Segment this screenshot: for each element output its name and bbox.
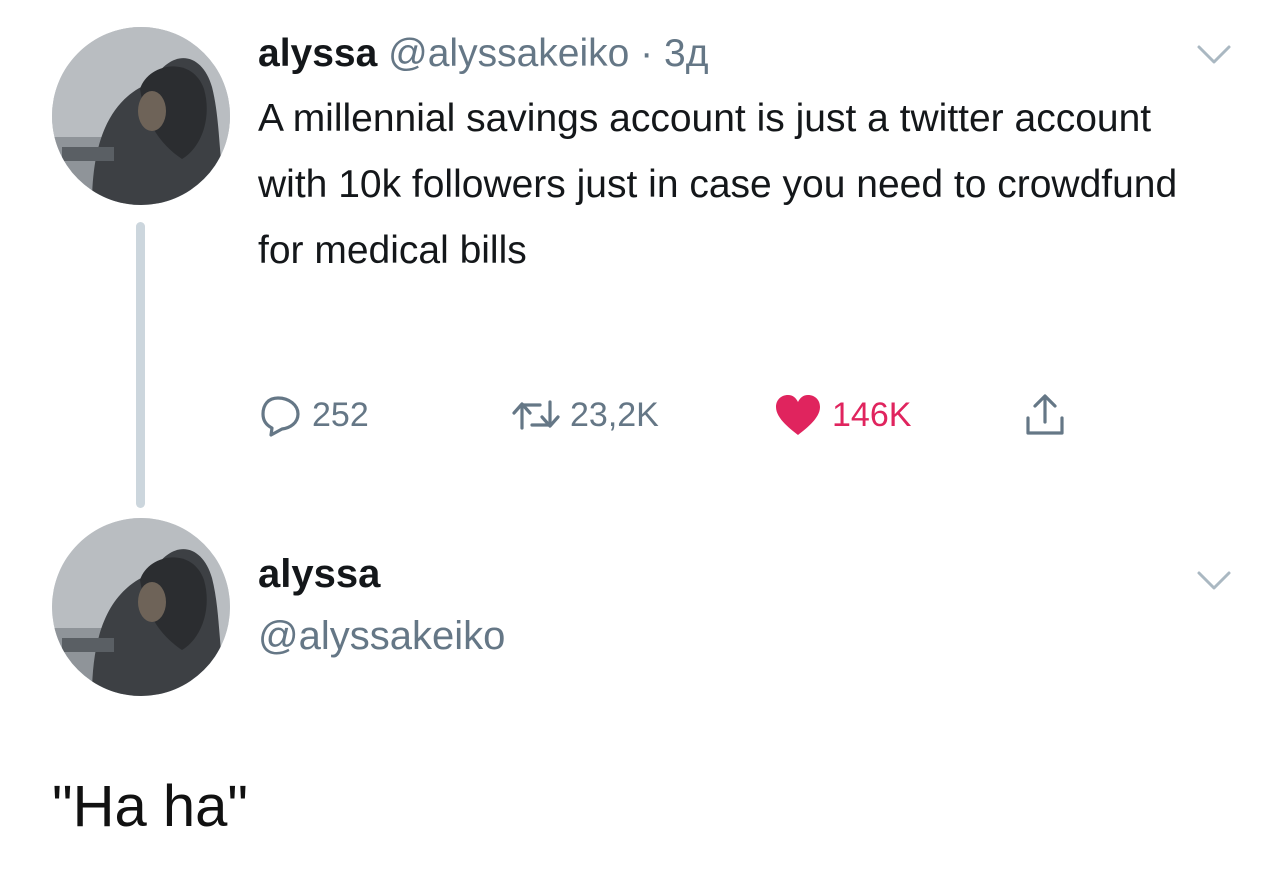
tweet-header: alyssa @alyssakeiko · 3д: [258, 30, 708, 78]
tweet-text: A millennial savings account is just a t…: [258, 97, 1178, 272]
avatar-image: [52, 27, 230, 205]
like-button[interactable]: 146K: [772, 392, 911, 438]
author-avatar[interactable]: [52, 27, 230, 205]
author-handle[interactable]: @alyssakeiko: [388, 32, 629, 75]
header-separator: ·: [640, 32, 654, 75]
reply-author-handle[interactable]: @alyssakeiko: [258, 612, 505, 660]
reply-author-display-name[interactable]: alyssa: [258, 550, 380, 598]
reply-icon: [261, 396, 300, 437]
tweet-menu-chevron-down-icon[interactable]: [1196, 44, 1232, 66]
share-icon: [1026, 394, 1064, 435]
author-display-name[interactable]: alyssa: [258, 32, 377, 75]
caption-text: "Ha ha": [52, 774, 248, 839]
retweet-button[interactable]: 23,2K: [510, 392, 659, 438]
tweet-timestamp[interactable]: 3д: [664, 32, 708, 75]
retweet-count: 23,2K: [570, 395, 659, 434]
retweet-icon: [512, 400, 560, 430]
reply-menu-chevron-down-icon[interactable]: [1196, 570, 1232, 592]
heart-icon: [776, 395, 820, 435]
thread-connector-line: [136, 222, 145, 508]
reply-button[interactable]: 252: [258, 392, 369, 438]
share-button[interactable]: [1022, 392, 1068, 438]
avatar-image: [52, 518, 230, 696]
reply-author-avatar[interactable]: [52, 518, 230, 696]
like-count: 146K: [832, 395, 912, 434]
reply-count: 252: [312, 395, 369, 434]
